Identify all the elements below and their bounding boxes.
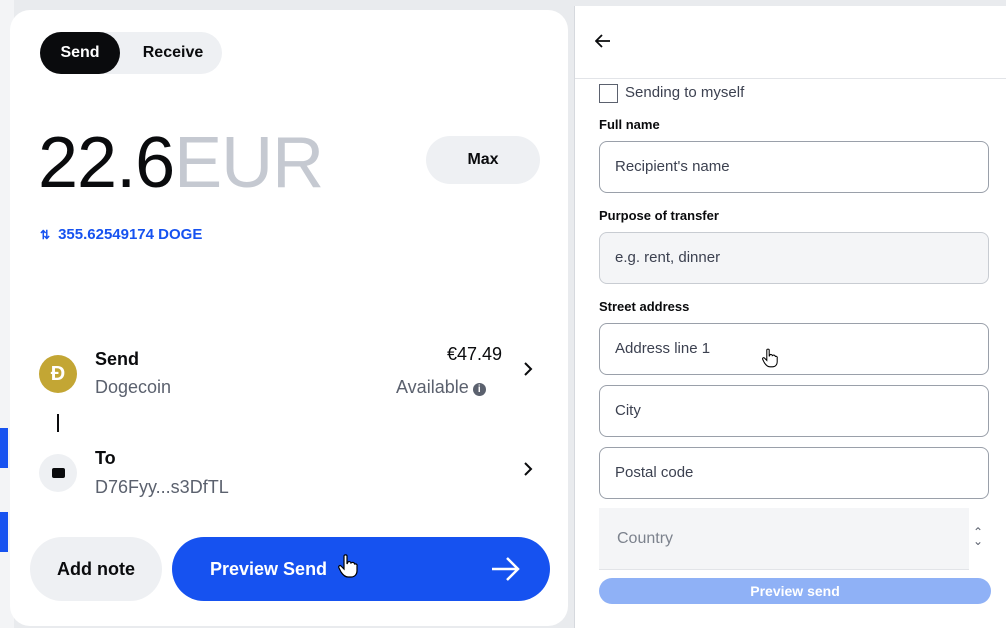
preview-send-button[interactable]: Preview Send	[172, 537, 550, 601]
to-row-title: To	[95, 448, 116, 468]
sending-to-myself-checkbox[interactable]	[599, 84, 618, 103]
purpose-label: Purpose of transfer	[599, 208, 719, 223]
sort-icon[interactable]: ⌃ ⌄	[973, 526, 983, 547]
max-button[interactable]: Max	[426, 136, 540, 184]
asset-value: €47.49	[446, 344, 502, 364]
preview-send-label: Preview Send	[210, 559, 328, 579]
to-chevron-right-icon[interactable]	[522, 460, 534, 484]
arrow-right-icon	[492, 557, 520, 581]
conversion-value: 355.62549174 DOGE	[58, 226, 203, 243]
conversion-toggle[interactable]: ⇅ 355.62549174 DOGE	[40, 226, 202, 243]
city-input[interactable]: City	[599, 385, 989, 437]
tab-send[interactable]: Send	[40, 32, 120, 74]
to-address: D76Fyy...s3DfTL	[95, 477, 229, 497]
send-receive-toggle: Send Receive	[40, 32, 222, 74]
asset-row-subtitle: Dogecoin	[95, 377, 172, 397]
amount-display[interactable]: 22.6EUR	[38, 118, 324, 208]
asset-chevron-right-icon[interactable]	[522, 360, 534, 384]
sending-to-myself-label: Sending to myself	[625, 84, 745, 101]
country-select[interactable]: Country	[599, 508, 969, 570]
available-label: Available i	[396, 377, 486, 398]
preview-send-button-disabled[interactable]: Preview send	[599, 578, 991, 604]
background-accent	[0, 428, 8, 468]
street-address-label: Street address	[599, 299, 690, 314]
address-line1-input[interactable]: Address line 1	[599, 323, 989, 375]
back-arrow-icon[interactable]	[595, 34, 611, 48]
asset-row-title: Send	[95, 349, 140, 369]
hand-cursor-icon	[762, 348, 778, 368]
amount-currency: EUR	[174, 123, 324, 203]
background-accent	[0, 512, 8, 552]
add-note-button[interactable]: Add note	[30, 537, 162, 601]
info-icon[interactable]: i	[472, 383, 486, 396]
connector-line	[57, 414, 59, 432]
swap-icon: ⇅	[40, 228, 51, 242]
amount-value: 22.6	[38, 123, 175, 203]
purpose-input[interactable]: e.g. rent, dinner	[599, 232, 989, 284]
dogecoin-icon: Ð	[39, 355, 77, 393]
send-panel: Send Receive 22.6EUR Max ⇅ 355.62549174 D…	[10, 10, 568, 626]
hand-cursor-icon	[338, 554, 358, 578]
postal-code-input[interactable]: Postal code	[599, 447, 989, 499]
tab-receive[interactable]: Receive	[124, 32, 222, 74]
recipient-panel: Sending to myself Full name Recipient's …	[574, 6, 1006, 628]
full-name-label: Full name	[599, 117, 660, 132]
wallet-icon	[39, 454, 77, 492]
full-name-input[interactable]: Recipient's name	[599, 141, 989, 193]
header-divider	[575, 78, 1006, 79]
